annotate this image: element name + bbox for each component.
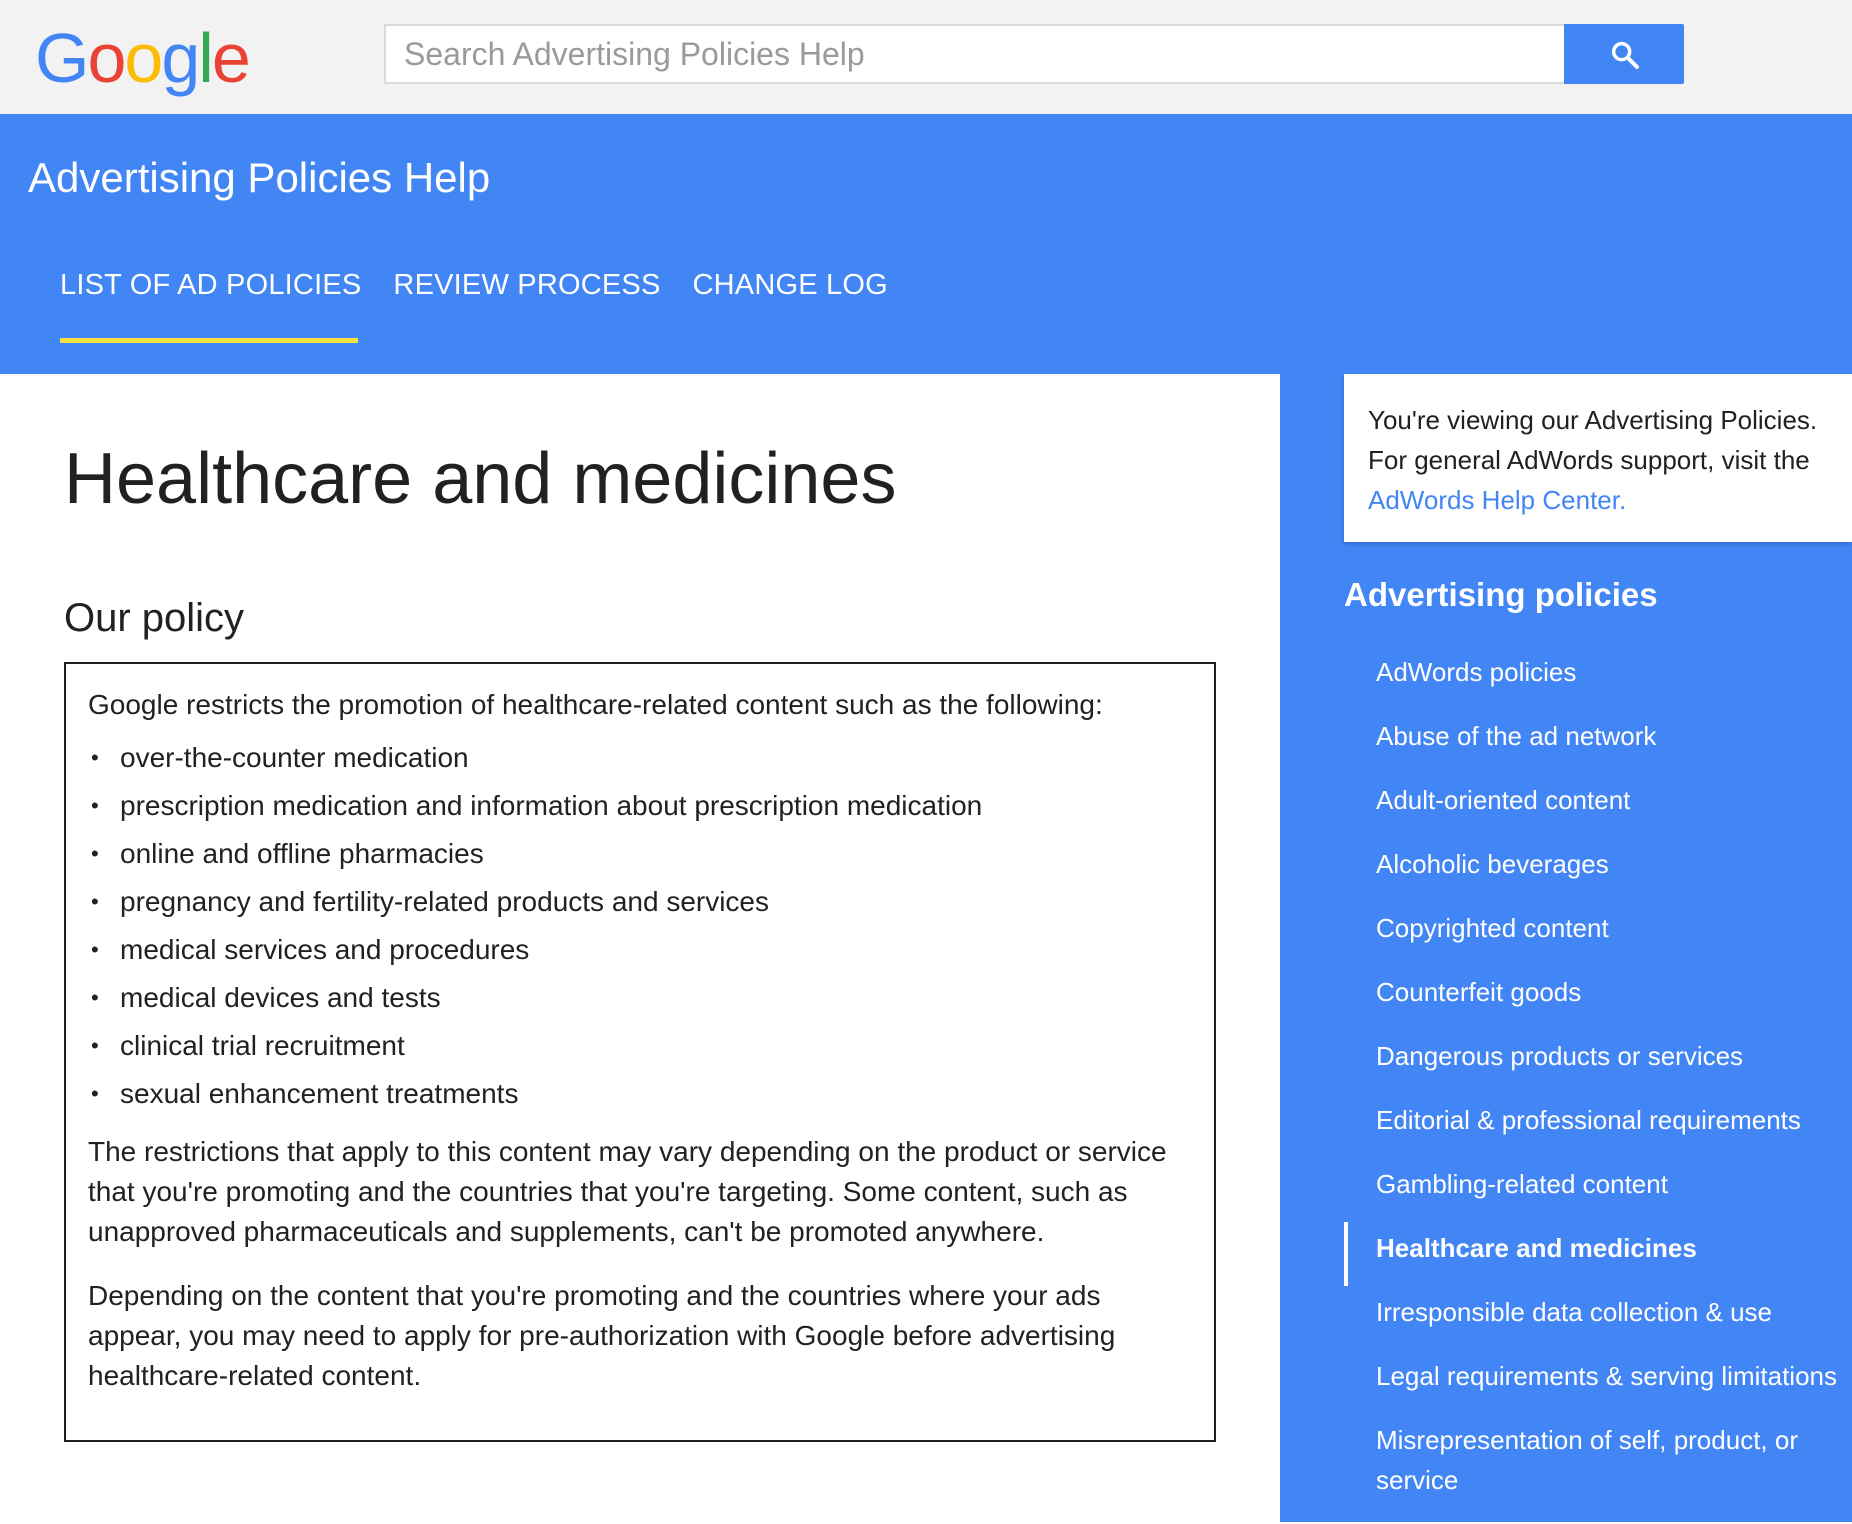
list-item: • pregnancy and fertility-related product… — [88, 878, 1194, 926]
list-item-text: online and offline pharmacies — [120, 838, 484, 869]
tab-change-log[interactable]: CHANGE LOG — [693, 269, 888, 302]
logo-letter: o — [87, 19, 126, 97]
section-heading: Our policy — [64, 596, 245, 640]
logo-letter: g — [161, 19, 200, 97]
bullet-icon: • — [91, 1081, 99, 1106]
logo-letter: l — [198, 19, 214, 97]
sidebar-item-counterfeit-goods[interactable]: Counterfeit goods — [1344, 972, 1852, 1012]
sidebar-item-legal-requirements[interactable]: Legal requirements & serving limitations — [1344, 1356, 1852, 1396]
logo-letter: e — [211, 19, 251, 97]
list-item: • clinical trial recruitment — [88, 1022, 1194, 1070]
list-item-text: over-the-counter medication — [120, 742, 469, 773]
page-title: Healthcare and medicines — [64, 439, 897, 519]
policy-intro: Google restricts the promotion of health… — [88, 689, 1103, 720]
notice-text: For general AdWords support, visit the — [1368, 445, 1810, 475]
policy-box: Google restricts the promotion of health… — [64, 662, 1216, 1442]
adwords-help-center-link[interactable]: AdWords Help Center. — [1368, 480, 1828, 520]
active-tab-indicator — [60, 338, 358, 343]
sidebar-item-irresponsible-data-collection[interactable]: Irresponsible data collection & use — [1344, 1292, 1852, 1332]
site-header: Advertising Policies Help LIST OF AD POL… — [0, 114, 1852, 374]
sidebar-item-misrepresentation[interactable]: Misrepresentation of self, product, or s… — [1344, 1420, 1852, 1500]
search-icon — [1611, 41, 1639, 69]
sidebar-item-adwords-policies[interactable]: AdWords policies — [1344, 652, 1852, 692]
list-item: • prescription medication and information… — [88, 782, 1194, 830]
sidebar-item-copyrighted-content[interactable]: Copyrighted content — [1344, 908, 1852, 948]
article: Healthcare and medicines Our policy Goog… — [0, 374, 1280, 1522]
sidebar-heading[interactable]: Advertising policies — [1344, 576, 1658, 614]
site-title[interactable]: Advertising Policies Help — [28, 154, 490, 202]
tab-list-of-ad-policies[interactable]: LIST OF AD POLICIES — [60, 269, 361, 302]
policy-nav: AdWords policies Abuse of the ad network… — [1344, 652, 1852, 1524]
list-item-text: pregnancy and fertility-related products… — [120, 886, 770, 917]
logo-letter: G — [35, 19, 89, 97]
bullet-icon: • — [91, 985, 99, 1010]
policy-paragraph-preauthorization: Depending on the content that you're pro… — [88, 1280, 1116, 1391]
notice-card: You're viewing our Advertising Policies.… — [1344, 374, 1852, 542]
logo-letter: o — [124, 19, 163, 97]
policy-paragraph-restrictions: The restrictions that apply to this cont… — [88, 1136, 1167, 1247]
sidebar-item-gambling-content[interactable]: Gambling-related content — [1344, 1164, 1852, 1204]
policy-list: • over-the-counter medication • prescripti… — [88, 734, 1194, 1118]
list-item-text: sexual enhancement treatments — [120, 1078, 519, 1109]
tab-bar: LIST OF AD POLICIES REVIEW PROCESS CHANG… — [60, 269, 920, 302]
search-button[interactable] — [1564, 24, 1684, 84]
sidebar-item-editorial-requirements[interactable]: Editorial & professional requirements — [1344, 1100, 1852, 1140]
top-bar: Google — [0, 0, 1852, 114]
bullet-icon: • — [91, 889, 99, 914]
list-item-text: clinical trial recruitment — [120, 1030, 405, 1061]
list-item: • medical services and procedures — [88, 926, 1194, 974]
list-item: • sexual enhancement treatments — [88, 1070, 1194, 1118]
sidebar: You're viewing our Advertising Policies.… — [1280, 374, 1852, 1522]
google-logo[interactable]: Google — [35, 18, 251, 98]
list-item: • online and offline pharmacies — [88, 830, 1194, 878]
bullet-icon: • — [91, 1033, 99, 1058]
bullet-icon: • — [91, 745, 99, 770]
bullet-icon: • — [91, 841, 99, 866]
sidebar-item-alcoholic-beverages[interactable]: Alcoholic beverages — [1344, 844, 1852, 884]
search-input[interactable] — [384, 24, 1566, 84]
sidebar-item-dangerous-products[interactable]: Dangerous products or services — [1344, 1036, 1852, 1076]
list-item-text: prescription medication and information … — [120, 790, 983, 821]
bullet-icon: • — [91, 793, 99, 818]
list-item: • over-the-counter medication — [88, 734, 1194, 782]
sidebar-item-healthcare-medicines[interactable]: Healthcare and medicines — [1344, 1222, 1852, 1286]
list-item: • medical devices and tests — [88, 974, 1194, 1022]
sidebar-item-abuse-of-ad-network[interactable]: Abuse of the ad network — [1344, 716, 1852, 756]
bullet-icon: • — [91, 937, 99, 962]
list-item-text: medical services and procedures — [120, 934, 530, 965]
tab-review-process[interactable]: REVIEW PROCESS — [393, 269, 660, 302]
list-item-text: medical devices and tests — [120, 982, 441, 1013]
sidebar-item-adult-oriented-content[interactable]: Adult-oriented content — [1344, 780, 1852, 820]
notice-text: You're viewing our Advertising Policies. — [1368, 405, 1818, 435]
